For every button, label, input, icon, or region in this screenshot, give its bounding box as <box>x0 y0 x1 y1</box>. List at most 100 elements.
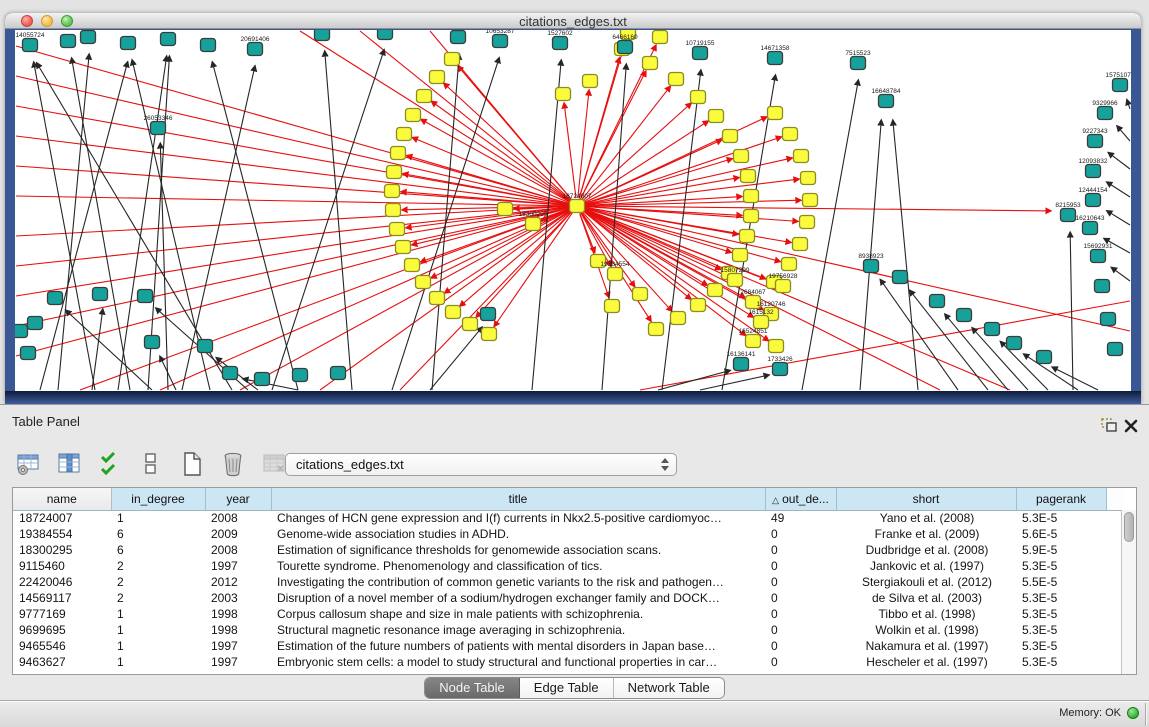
table-scrollbar-thumb[interactable] <box>1124 512 1134 542</box>
graph-node[interactable] <box>445 53 460 66</box>
column-header-in_degree[interactable]: in_degree <box>111 488 205 510</box>
graph-node[interactable] <box>864 260 879 273</box>
graph-node[interactable] <box>81 31 96 44</box>
cell-out_de[interactable]: 0 <box>765 606 836 622</box>
cell-year[interactable]: 1997 <box>205 558 271 574</box>
cell-year[interactable]: 1997 <box>205 638 271 654</box>
graph-node[interactable] <box>879 95 894 108</box>
graph-node[interactable] <box>740 230 755 243</box>
graph-node[interactable] <box>1061 209 1076 222</box>
table-row[interactable]: 946362711997Embryonic stem cells: a mode… <box>13 654 1123 670</box>
graph-node[interactable] <box>782 258 797 271</box>
cell-pagerank[interactable]: 5.3E-5 <box>1016 590 1106 606</box>
graph-node[interactable] <box>1095 280 1110 293</box>
graph-node[interactable] <box>93 288 108 301</box>
graph-node[interactable] <box>248 43 263 56</box>
graph-node[interactable] <box>21 347 36 360</box>
graph-node[interactable] <box>481 308 496 321</box>
graph-node[interactable] <box>138 290 153 303</box>
column-header-title[interactable]: title <box>271 488 765 510</box>
cell-year[interactable]: 2012 <box>205 574 271 590</box>
cell-out_de[interactable]: 0 <box>765 622 836 638</box>
cell-title[interactable]: Estimation of significance thresholds fo… <box>271 542 765 558</box>
float-panel-icon[interactable] <box>1101 418 1119 434</box>
graph-node[interactable] <box>583 75 598 88</box>
graph-node[interactable] <box>744 190 759 203</box>
graph-node[interactable] <box>741 170 756 183</box>
graph-node[interactable] <box>1098 107 1113 120</box>
table-row[interactable]: 946554611997Estimation of the future num… <box>13 638 1123 654</box>
graph-node[interactable] <box>776 280 791 293</box>
table-row[interactable]: 1938455462009Genome-wide association stu… <box>13 526 1123 542</box>
column-header-pagerank[interactable]: pagerank <box>1016 488 1106 510</box>
new-column-icon[interactable] <box>178 450 206 478</box>
cell-out_de[interactable]: 0 <box>765 558 836 574</box>
column-header-out_de[interactable]: △out_de... <box>765 488 836 510</box>
cell-name[interactable]: 9465546 <box>13 638 111 654</box>
graph-node[interactable] <box>293 369 308 382</box>
cell-pagerank[interactable]: 5.9E-5 <box>1016 542 1106 558</box>
graph-node[interactable] <box>709 110 724 123</box>
column-header-short[interactable]: short <box>836 488 1016 510</box>
cell-out_de[interactable]: 0 <box>765 526 836 542</box>
cell-title[interactable]: Disruption of a novel member of a sodium… <box>271 590 765 606</box>
cell-in_degree[interactable]: 1 <box>111 606 205 622</box>
cell-out_de[interactable]: 0 <box>765 574 836 590</box>
graph-node[interactable] <box>151 122 166 135</box>
delete-columns-icon[interactable] <box>219 450 247 478</box>
graph-node[interactable] <box>605 300 620 313</box>
graph-node[interactable] <box>643 57 658 70</box>
graph-node[interactable] <box>723 130 738 143</box>
cell-in_degree[interactable]: 2 <box>111 574 205 590</box>
graph-node[interactable] <box>390 223 405 236</box>
graph-node[interactable] <box>1101 313 1116 326</box>
cell-title[interactable]: Changes of HCN gene expression and I(f) … <box>271 510 765 526</box>
graph-node[interactable] <box>800 216 815 229</box>
cell-out_de[interactable]: 49 <box>765 510 836 526</box>
graph-node[interactable] <box>649 323 664 336</box>
graph-node[interactable] <box>671 312 686 325</box>
cell-year[interactable]: 2009 <box>205 526 271 542</box>
graph-node[interactable] <box>121 37 136 50</box>
graph-node[interactable] <box>463 318 478 331</box>
table-row[interactable]: 969969511998Structural magnetic resonanc… <box>13 622 1123 638</box>
graph-node[interactable] <box>61 35 76 48</box>
cell-name[interactable]: 18724007 <box>13 510 111 526</box>
graph-node[interactable] <box>734 150 749 163</box>
cell-pagerank[interactable]: 5.3E-5 <box>1016 510 1106 526</box>
tab-node-table[interactable]: Node Table <box>425 678 520 698</box>
graph-node[interactable] <box>773 363 788 376</box>
cell-year[interactable]: 2003 <box>205 590 271 606</box>
graph-node[interactable] <box>794 150 809 163</box>
graph-node[interactable] <box>618 41 633 54</box>
table-row[interactable]: 911546021997Tourette syndrome. Phenomeno… <box>13 558 1123 574</box>
graph-node[interactable] <box>386 204 401 217</box>
graph-node[interactable] <box>608 268 623 281</box>
cell-pagerank[interactable]: 5.5E-5 <box>1016 574 1106 590</box>
cell-in_degree[interactable]: 1 <box>111 510 205 526</box>
cell-short[interactable]: Dudbridge et al. (2008) <box>836 542 1016 558</box>
cell-short[interactable]: de Silva et al. (2003) <box>836 590 1016 606</box>
graph-node[interactable] <box>691 299 706 312</box>
graph-node[interactable] <box>315 30 330 41</box>
cell-pagerank[interactable]: 5.3E-5 <box>1016 654 1106 670</box>
select-all-icon[interactable] <box>96 450 124 478</box>
cell-pagerank[interactable]: 5.3E-5 <box>1016 606 1106 622</box>
cell-short[interactable]: Yano et al. (2008) <box>836 510 1016 526</box>
cell-pagerank[interactable]: 5.3E-5 <box>1016 558 1106 574</box>
cell-out_de[interactable]: 0 <box>765 654 836 670</box>
graph-node[interactable] <box>255 373 270 386</box>
graph-node[interactable] <box>526 218 541 231</box>
graph-node[interactable] <box>769 340 784 353</box>
graph-node[interactable] <box>161 33 176 46</box>
graph-node[interactable] <box>669 73 684 86</box>
graph-node[interactable] <box>223 367 238 380</box>
graph-node[interactable] <box>430 292 445 305</box>
graph-node[interactable] <box>556 88 571 101</box>
graph-node[interactable] <box>754 316 769 329</box>
column-header-year[interactable]: year <box>205 488 271 510</box>
graph-node[interactable] <box>430 71 445 84</box>
graph-node[interactable] <box>801 172 816 185</box>
table-row[interactable]: 1830029562008Estimation of significance … <box>13 542 1123 558</box>
graph-node[interactable] <box>1037 351 1052 364</box>
